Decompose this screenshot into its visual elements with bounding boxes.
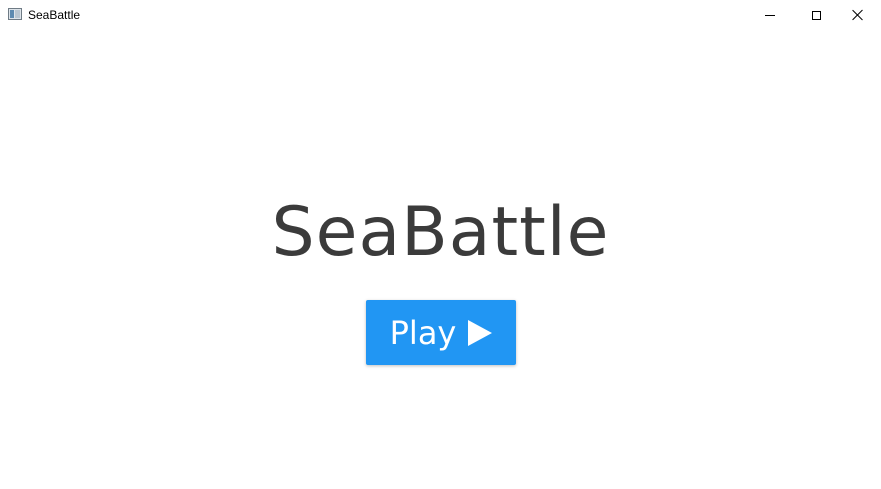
play-button-label: Play <box>389 313 457 352</box>
close-icon <box>852 9 864 21</box>
app-window-icon <box>8 8 22 20</box>
minimize-icon <box>765 14 775 16</box>
window-title: SeaBattle <box>28 8 81 22</box>
title-bar[interactable]: SeaBattle <box>0 0 881 30</box>
maximize-button[interactable] <box>793 0 839 30</box>
game-title: SeaBattle <box>271 193 610 272</box>
play-button[interactable]: Play <box>366 300 516 365</box>
close-button[interactable] <box>835 0 881 30</box>
play-icon <box>468 319 493 346</box>
app-window: SeaBattle SeaBattle Play <box>0 0 881 489</box>
minimize-button[interactable] <box>747 0 793 30</box>
maximize-icon <box>811 10 821 20</box>
